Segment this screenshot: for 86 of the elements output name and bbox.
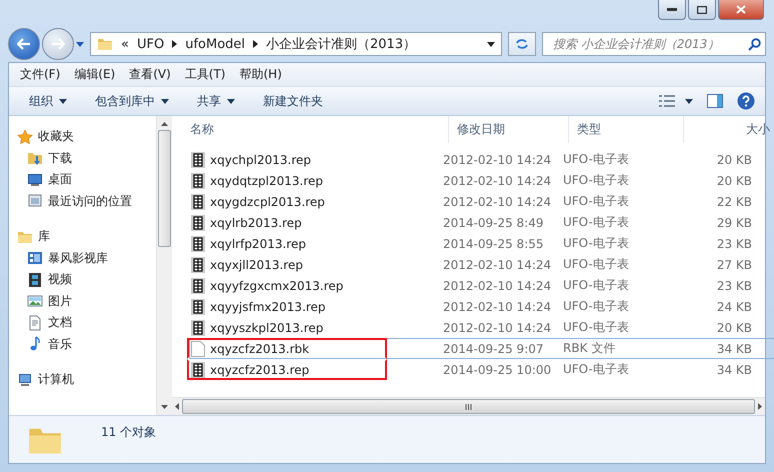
spreadsheet-file-icon xyxy=(191,152,205,168)
caret-icon xyxy=(76,42,84,46)
computer-icon xyxy=(17,372,33,388)
minimize-icon xyxy=(667,8,677,12)
picture-library-icon xyxy=(27,293,43,310)
document-icon xyxy=(27,314,43,331)
file-row[interactable]: xqyyfzgxcmx2013.rep 2012-02-10 14:24 UFO-电子表 23 KB xyxy=(189,275,774,296)
menu-item[interactable]: 编辑(E) xyxy=(67,66,122,83)
search-icon xyxy=(748,38,761,50)
search-field[interactable]: 搜索 小企业会计准则（2013） xyxy=(542,32,766,56)
scroll-down-icon xyxy=(161,405,168,409)
scroll-left-icon xyxy=(175,403,179,410)
back-button[interactable] xyxy=(8,28,40,60)
sidebar-item[interactable]: 计算机 xyxy=(17,369,156,390)
sidebar-item[interactable]: 库 xyxy=(17,226,156,248)
desktop-icon xyxy=(27,172,43,188)
spreadsheet-file-icon xyxy=(191,172,205,188)
close-icon xyxy=(736,5,746,14)
maximize-button[interactable] xyxy=(688,0,716,20)
scroll-up-icon xyxy=(161,122,168,126)
menu-item[interactable]: 工具(T) xyxy=(178,66,232,83)
caret-icon xyxy=(487,42,495,46)
sidebar-item[interactable]: 收藏夹 xyxy=(17,126,156,148)
refresh-icon xyxy=(515,38,529,50)
spreadsheet-file-icon xyxy=(191,256,205,272)
column-header[interactable]: 名称 xyxy=(182,116,449,143)
address-bar[interactable]: « UFO ufoModel 小企业会计准则（2013） xyxy=(90,32,502,56)
horizontal-scrollbar[interactable] xyxy=(172,397,765,415)
menu-item[interactable]: 查看(V) xyxy=(122,66,178,83)
preview-pane-icon[interactable] xyxy=(707,94,723,108)
column-header[interactable]: 类型 xyxy=(569,116,684,143)
file-row[interactable]: xqygdzcpl2013.rep 2012-02-10 14:24 UFO-电子表 22 KB xyxy=(189,191,774,212)
menu-item[interactable]: 文件(F) xyxy=(13,66,68,83)
sidebar-item[interactable]: 最近访问的位置 xyxy=(17,190,156,212)
toolbar-button[interactable]: 包含到库中 xyxy=(85,92,179,110)
recent-places-icon xyxy=(27,193,43,210)
file-row[interactable]: xqyyszkpl2013.rep 2012-02-10 14:24 UFO-电子表 20 KB xyxy=(189,317,774,338)
star-icon xyxy=(17,128,33,145)
menu-item[interactable]: 帮助(H) xyxy=(232,66,289,83)
view-options-icon[interactable] xyxy=(659,95,675,107)
file-row[interactable]: xqyxjll2013.rep 2012-02-10 14:24 UFO-电子表 27 KB xyxy=(189,254,774,275)
spreadsheet-file-icon xyxy=(191,236,205,252)
media-library-icon xyxy=(27,250,43,266)
left-arrow-icon xyxy=(17,38,31,50)
spreadsheet-file-icon xyxy=(191,278,205,294)
chevron-icon xyxy=(172,40,178,48)
minimize-button[interactable] xyxy=(658,0,686,20)
vertical-scrollbar[interactable] xyxy=(156,116,172,415)
spreadsheet-file-icon xyxy=(191,298,205,314)
download-folder-icon xyxy=(27,150,43,166)
refresh-button[interactable] xyxy=(508,32,536,56)
file-row[interactable]: xqylrb2013.rep 2014-09-25 8:49 UFO-电子表 29 KB xyxy=(189,212,774,233)
toolbar-button[interactable]: 共享 xyxy=(187,92,245,110)
spreadsheet-file-icon xyxy=(191,362,205,378)
maximize-icon xyxy=(697,6,707,14)
film-icon xyxy=(27,272,43,288)
grip-icon xyxy=(465,404,472,410)
item-count: 11 个对象 xyxy=(101,424,156,441)
sidebar-item[interactable]: 音乐 xyxy=(17,334,156,355)
column-header[interactable]: 修改日期 xyxy=(449,116,569,143)
close-button[interactable] xyxy=(718,0,764,20)
file-row[interactable]: xqydqtzpl2013.rep 2012-02-10 14:24 UFO-电子表 20 KB xyxy=(189,170,774,191)
file-row[interactable]: xqyyjsfmx2013.rep 2012-02-10 14:24 UFO-电子表 24 KB xyxy=(189,296,774,317)
blank-file-icon xyxy=(191,340,205,356)
scroll-right-icon xyxy=(758,403,762,410)
spreadsheet-file-icon xyxy=(191,320,205,336)
spreadsheet-file-icon xyxy=(191,194,205,210)
sidebar-item[interactable]: 视频 xyxy=(17,269,156,290)
sidebar-item[interactable]: 图片 xyxy=(17,290,156,312)
sidebar-item[interactable]: 桌面 xyxy=(17,169,156,190)
file-row[interactable]: xqyzcfz2013.rbk 2014-09-25 9:07 RBK 文件 34 KB xyxy=(189,338,774,359)
toolbar-button[interactable]: 新建文件夹 xyxy=(253,92,333,110)
sidebar-item[interactable]: 文档 xyxy=(17,312,156,334)
sidebar-item[interactable]: 暴风影视库 xyxy=(17,248,156,269)
chevron-icon xyxy=(253,40,258,48)
spreadsheet-file-icon xyxy=(191,214,205,230)
caret-icon xyxy=(685,98,693,104)
sidebar-item[interactable]: 下载 xyxy=(17,148,156,169)
toolbar-button[interactable]: 组织 xyxy=(19,92,77,110)
file-row[interactable]: xqyzcfz2013.rep 2014-09-25 10:00 UFO-电子表 34 KB xyxy=(189,359,774,380)
forward-button[interactable] xyxy=(42,28,74,60)
right-arrow-icon xyxy=(51,38,65,50)
file-row[interactable]: xqylrfp2013.rep 2014-09-25 8:55 UFO-电子表 23 KB xyxy=(189,233,774,254)
folder-icon xyxy=(97,36,113,52)
file-row[interactable]: xqychpl2013.rep 2012-02-10 14:24 UFO-电子表 20 KB xyxy=(189,149,774,170)
help-icon[interactable] xyxy=(737,92,755,110)
